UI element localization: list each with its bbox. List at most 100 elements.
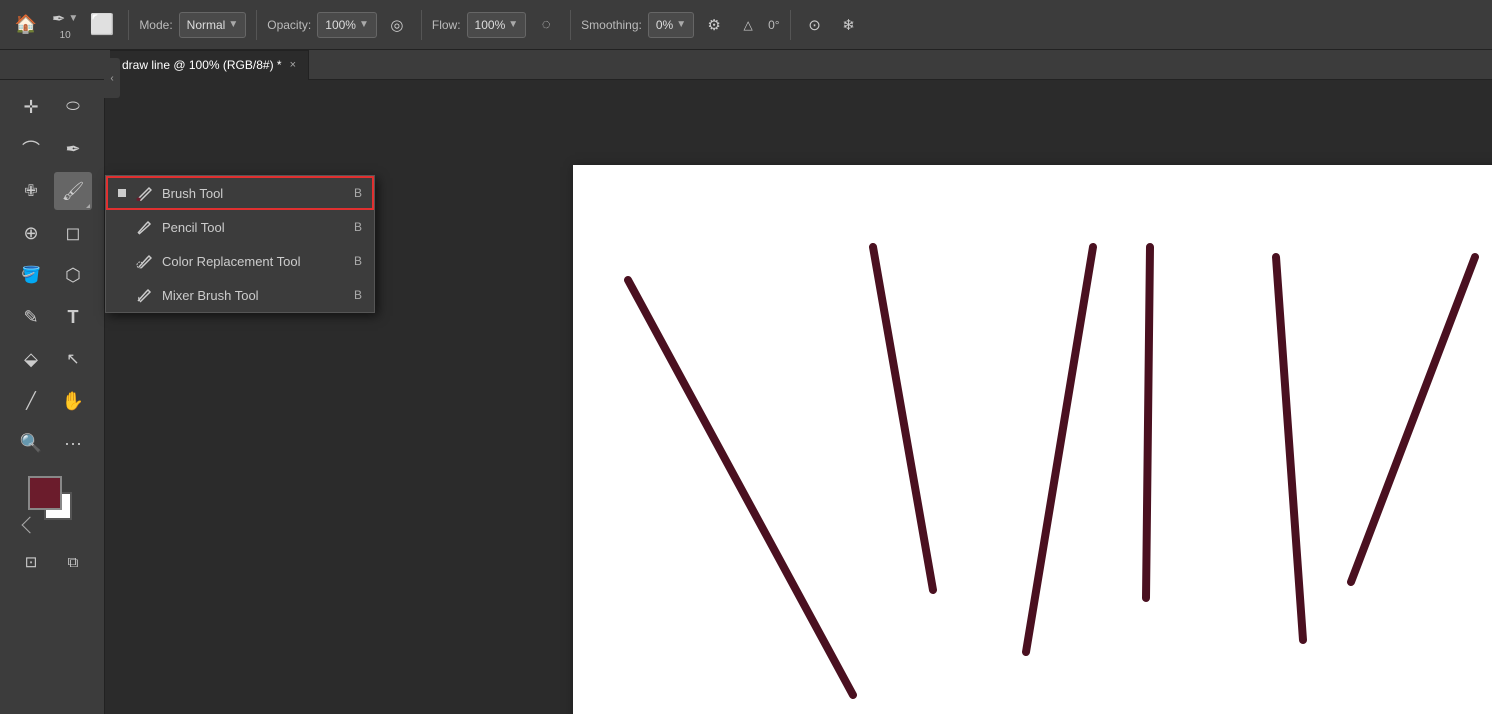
flow-value: 100% [475, 18, 506, 32]
smoothing-dropdown[interactable]: 0% ▼ [648, 12, 694, 38]
opacity-value: 100% [325, 18, 356, 32]
drawing-canvas[interactable] [573, 165, 1492, 714]
opacity-label: Opacity: [267, 18, 311, 32]
line-tool[interactable]: ╱ [12, 382, 50, 420]
color-replacement-tool-label: Color Replacement Tool [162, 254, 346, 269]
gear-icon: ⚙ [707, 16, 720, 34]
healing-tool[interactable]: ✙ [12, 172, 50, 210]
separator-5 [790, 10, 791, 40]
text-tool[interactable]: T [54, 298, 92, 336]
airbrush-icon: ◎ [390, 16, 403, 34]
target-button[interactable]: ⊙ [801, 11, 829, 39]
flow-arrow-icon: ▼ [508, 19, 518, 30]
eyedropper-tool[interactable]: ✒ [54, 130, 92, 168]
flow-icon-btn[interactable]: ◌ [532, 11, 560, 39]
lasso-icon: ⌒ [22, 136, 40, 162]
color-replacement-tool-key: B [354, 254, 362, 268]
swap-icon-btn[interactable]: ⬜ [86, 7, 118, 43]
brush-icon: ✒ [52, 9, 65, 29]
canvas-document[interactable] [573, 165, 1492, 714]
brush-tool-icon [134, 183, 154, 203]
angle-button[interactable]: △ [734, 11, 762, 39]
lasso-tool[interactable]: ⌒ [12, 130, 50, 168]
move-icon: ✛ [23, 97, 38, 118]
brush-tool-active[interactable]: 🖌 [54, 172, 92, 210]
flow-mode-icon: ◌ [542, 16, 551, 33]
smoothing-arrow-icon: ▼ [676, 19, 686, 30]
airbrush-button[interactable]: ◎ [383, 11, 411, 39]
more-tools[interactable]: ··· [54, 424, 92, 462]
mode-label: Mode: [139, 18, 172, 32]
active-tab[interactable]: draw line @ 100% (RGB/8#) * × [110, 50, 309, 80]
pencil-tool-label: Pencil Tool [162, 220, 346, 235]
tool-row-lasso: ⌒ ✒ [12, 130, 92, 168]
angle-icon: △ [743, 18, 752, 32]
eraser-icon: ◻ [66, 223, 81, 244]
blur-tool[interactable]: ⬡ [54, 256, 92, 294]
mode-dropdown[interactable]: Normal ▼ [179, 12, 247, 38]
selection-tool[interactable]: ⬭ [54, 88, 92, 126]
tool-row-extra: ⊡ ⧉ [12, 543, 92, 581]
symmetry-button[interactable]: ❄ [835, 11, 863, 39]
flow-label: Flow: [432, 18, 461, 32]
menu-item-color-replacement-tool[interactable]: Color Replacement Tool B [106, 244, 374, 278]
toolbox: ✛ ⬭ ⌒ ✒ ✙ 🖌 ⊕ ◻ 🪣 ⬡ [0, 80, 105, 714]
tool-row-heal: ✙ 🖌 [12, 172, 92, 210]
mode-value: Normal [187, 18, 226, 32]
smoothing-value: 0% [656, 18, 673, 32]
settings-button[interactable]: ⚙ [700, 11, 728, 39]
artboard-icon: ⧉ [68, 554, 79, 571]
separator-2 [256, 10, 257, 40]
mixer-brush-tool-label: Mixer Brush Tool [162, 288, 346, 303]
menu-item-pencil-tool[interactable]: Pencil Tool B [106, 210, 374, 244]
stamp-tool[interactable]: ⊕ [12, 214, 50, 252]
context-menu: Brush Tool B Pencil Tool B Color Replace… [105, 175, 375, 313]
home-button[interactable]: 🏠 [8, 7, 44, 43]
home-icon: 🏠 [15, 14, 37, 35]
brush-tool-key: B [354, 186, 362, 200]
hand-tool[interactable]: ✋ [54, 382, 92, 420]
chevron-left-icon: ‹ [110, 73, 113, 84]
artboard-tool[interactable]: ⧉ [54, 543, 92, 581]
menu-item-mixer-brush-tool[interactable]: Mixer Brush Tool B [106, 278, 374, 312]
path-select-tool[interactable]: ⬙ [12, 340, 50, 378]
color-swatch-area [22, 476, 82, 531]
stamp-icon: ⊕ [23, 223, 38, 244]
separator-3 [421, 10, 422, 40]
mixer-brush-tool-icon [134, 285, 154, 305]
flow-dropdown[interactable]: 100% ▼ [467, 12, 527, 38]
zoom-tool[interactable]: 🔍 [12, 424, 50, 462]
pen-tool[interactable]: ✎ [12, 298, 50, 336]
symmetry-icon: ❄ [842, 16, 855, 34]
panel-collapse-arrow[interactable]: ‹ [104, 58, 120, 98]
tool-row-zoom: 🔍 ··· [12, 424, 92, 462]
menu-item-empty-dot [118, 223, 126, 231]
direct-select-tool[interactable]: ↖ [54, 340, 92, 378]
menu-item-brush-tool[interactable]: Brush Tool B [106, 176, 374, 210]
mixer-brush-tool-key: B [354, 288, 362, 302]
ellipsis-icon: ··· [64, 433, 82, 454]
angle-value: 0° [768, 18, 779, 32]
eraser-tool[interactable]: ◻ [54, 214, 92, 252]
tool-row-path: ⬙ ↖ [12, 340, 92, 378]
tab-close-button[interactable]: × [290, 59, 296, 71]
sub-arrow-icon [86, 204, 90, 208]
color-replacement-tool-icon [134, 251, 154, 271]
brush-tool-selector[interactable]: ✒ ▼ 10 [52, 9, 78, 41]
tab-title: draw line @ 100% (RGB/8#) * [122, 58, 282, 72]
blur-icon: ⬡ [65, 265, 81, 286]
tool-row-shape: ╱ ✋ [12, 382, 92, 420]
direct-select-icon: ↖ [66, 349, 79, 369]
line-icon: ╱ [26, 391, 36, 411]
brush-dropdown-arrow: ▼ [68, 13, 78, 24]
top-toolbar: 🏠 ✒ ▼ 10 ⬜ Mode: Normal ▼ Opacity: 100% … [0, 0, 1492, 50]
foreground-color-swatch[interactable] [28, 476, 62, 510]
frame-tool[interactable]: ⊡ [12, 543, 50, 581]
hand-icon: ✋ [62, 391, 84, 412]
move-tool[interactable]: ✛ [12, 88, 50, 126]
brush-icon-tool: 🖌 [62, 181, 85, 202]
bandaid-icon: ✙ [24, 181, 37, 201]
opacity-dropdown[interactable]: 100% ▼ [317, 12, 377, 38]
fill-tool[interactable]: 🪣 [12, 256, 50, 294]
swap-colors-icon[interactable] [22, 517, 39, 534]
